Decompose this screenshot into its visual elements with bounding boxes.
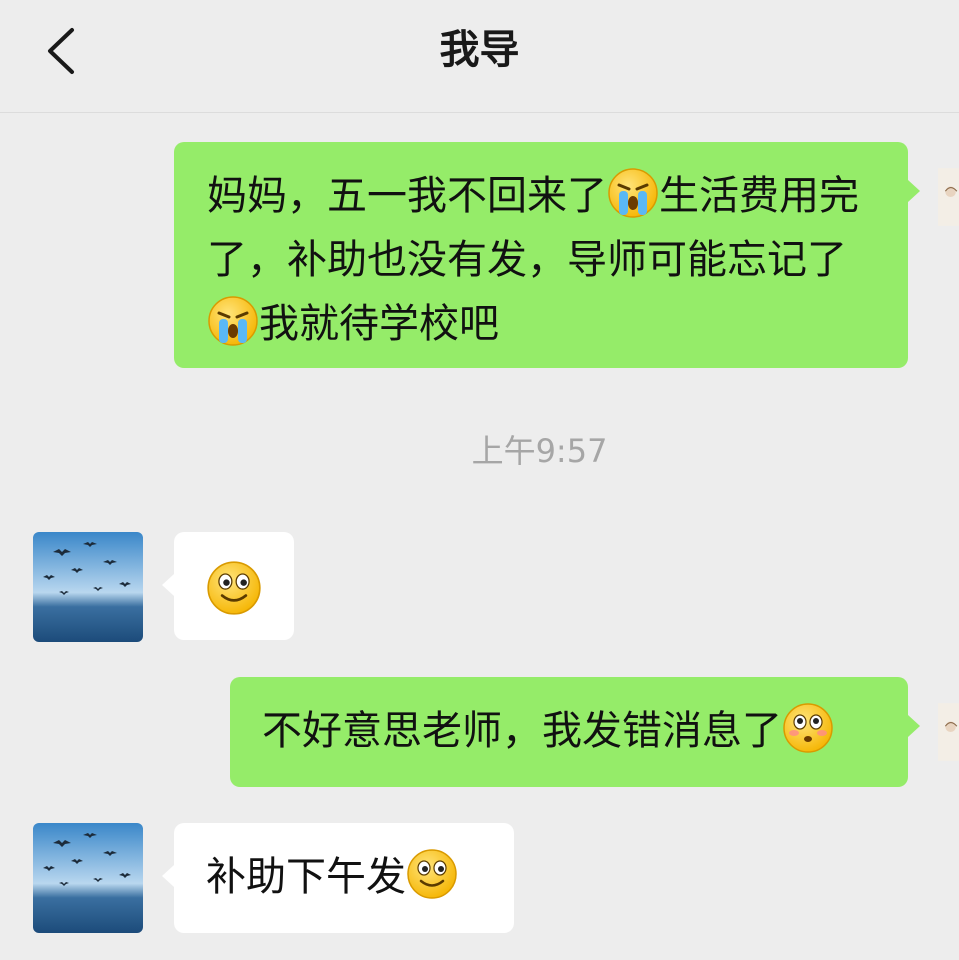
message-text: 妈妈，五一我不回来了 生活费用完了，补助也没有发，导师可能忘记了我就待学校吧 xyxy=(207,164,882,356)
bubble-tail xyxy=(908,180,920,202)
seagull-sea-avatar-image xyxy=(33,823,143,933)
received-message-bubble[interactable] xyxy=(162,532,294,640)
bubble-tail xyxy=(162,574,174,596)
message-text-segment: 我就待学校吧 xyxy=(259,301,499,347)
crying-face-icon xyxy=(207,295,259,347)
contact-avatar[interactable] xyxy=(33,823,143,933)
crying-face-icon xyxy=(607,167,659,219)
message-text: 补助下午发 xyxy=(206,845,490,909)
message-text: 不好意思老师，我发错消息了 xyxy=(262,699,884,763)
self-avatar[interactable] xyxy=(938,142,959,252)
flushed-face-icon xyxy=(782,702,834,754)
message-text-segment: 不好意思老师，我发错消息了 xyxy=(262,708,782,754)
message-text-segment: 补助下午发 xyxy=(206,854,406,900)
smile-face-icon xyxy=(406,848,458,900)
self-avatar[interactable] xyxy=(938,677,959,787)
smile-face-icon xyxy=(206,560,262,616)
sent-message-bubble[interactable]: 妈妈，五一我不回来了 生活费用完了，补助也没有发，导师可能忘记了我就待学校吧 xyxy=(174,142,920,368)
seagull-sea-avatar-image xyxy=(33,532,143,642)
message-text-segment: 妈妈，五一我不回来了 xyxy=(207,173,607,219)
received-message-bubble[interactable]: 补助下午发 xyxy=(162,823,514,933)
bubble-tail xyxy=(162,865,174,887)
chat-title: 我导 xyxy=(439,27,520,73)
bubble-tail xyxy=(908,715,920,737)
contact-avatar[interactable] xyxy=(33,532,143,642)
message-timestamp: 上午9:57 xyxy=(471,432,608,470)
chat-header: 我导 xyxy=(0,0,959,113)
sent-message-bubble[interactable]: 不好意思老师，我发错消息了 xyxy=(230,677,920,787)
